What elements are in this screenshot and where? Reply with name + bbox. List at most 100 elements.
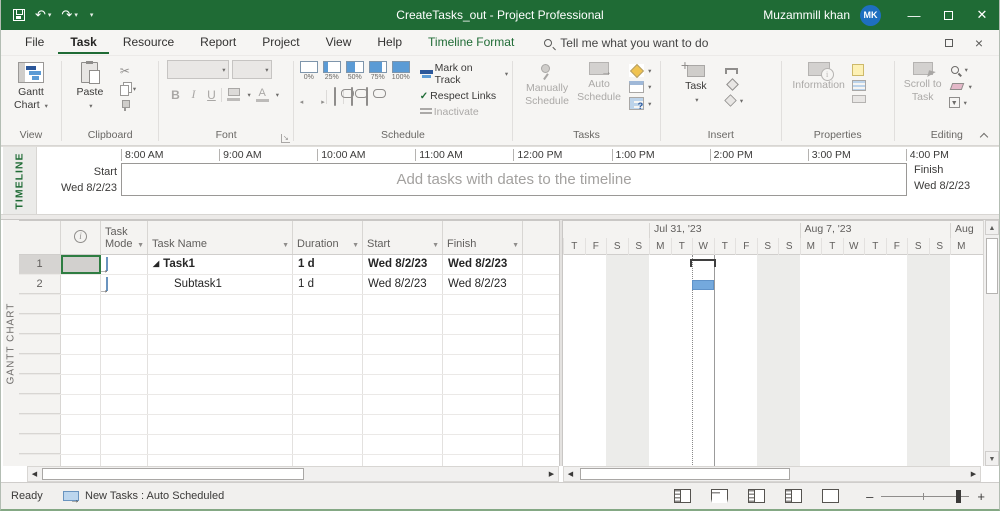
filter-dropdown-icon[interactable]: ▼	[352, 242, 359, 250]
scroll-to-task-button[interactable]: Scroll to Task	[901, 60, 945, 103]
team-planner-view-icon[interactable]	[748, 489, 765, 503]
fill-button[interactable]: ▼▾	[949, 97, 972, 108]
gantt-chart-button[interactable]: Gantt Chart ▾	[7, 60, 55, 111]
redo-button[interactable]: ↷▾	[61, 7, 77, 23]
close-ribbon-icon[interactable]: ×	[975, 36, 983, 50]
task-name-cell[interactable]: ◢Task1	[148, 255, 293, 274]
tab-timeline-format[interactable]: Timeline Format	[416, 31, 526, 54]
tab-task[interactable]: Task	[58, 31, 108, 54]
resource-sheet-view-icon[interactable]	[785, 489, 802, 503]
start-cell[interactable]: Wed 8/2/23	[363, 275, 443, 294]
percent-complete-75[interactable]: 75%	[369, 61, 387, 81]
tab-help[interactable]: Help	[365, 31, 414, 54]
copy-button[interactable]: ▾	[120, 82, 136, 96]
column-header-mode[interactable]: Task Mode▼	[101, 221, 148, 254]
new-tasks-mode-button[interactable]: New Tasks : Auto Scheduled	[63, 490, 224, 502]
finish-cell[interactable]: Wed 8/2/23	[443, 255, 523, 274]
row-number[interactable]	[19, 295, 61, 314]
mark-on-track-button[interactable]: Mark on Track▾	[420, 62, 508, 86]
row-number[interactable]: 2	[19, 275, 61, 294]
format-painter-button[interactable]	[120, 100, 136, 111]
row-number[interactable]	[19, 415, 61, 434]
manually-schedule-button[interactable]: Manually Schedule	[521, 60, 573, 107]
scroll-left-icon[interactable]: ◀	[28, 468, 41, 480]
vertical-scroll-thumb[interactable]	[986, 238, 998, 294]
collapse-ribbon-button[interactable]	[979, 131, 989, 141]
column-header-start[interactable]: Start▼	[363, 221, 443, 254]
column-header-info[interactable]: i	[61, 221, 101, 254]
info-cell[interactable]	[61, 255, 101, 274]
background-color-button[interactable]	[227, 88, 240, 101]
row-number[interactable]	[19, 395, 61, 414]
row-number[interactable]	[19, 315, 61, 334]
underline-button[interactable]: U	[203, 88, 219, 102]
link-tasks-button[interactable]	[351, 88, 353, 106]
task-mode-button[interactable]: ▾	[629, 97, 651, 110]
avatar[interactable]: MK	[860, 5, 881, 26]
user-name[interactable]: Muzammill khan	[763, 8, 850, 22]
scroll-up-icon[interactable]: ▲	[985, 220, 999, 235]
task-mode-cell[interactable]	[101, 275, 148, 294]
font-color-button[interactable]: A	[256, 87, 269, 102]
paste-button[interactable]: Paste▾	[66, 60, 114, 111]
row-number[interactable]: 1	[19, 255, 61, 274]
inactivate-button[interactable]: Inactivate	[420, 106, 508, 118]
scroll-down-icon[interactable]: ▼	[985, 451, 999, 466]
report-view-icon[interactable]	[822, 489, 839, 503]
filter-dropdown-icon[interactable]: ▼	[137, 242, 144, 250]
timeline-pane-label[interactable]: TIMELINE	[3, 147, 37, 215]
task-bar[interactable]	[692, 280, 714, 290]
row-number[interactable]	[19, 435, 61, 454]
duration-cell[interactable]: 1 d	[293, 255, 363, 274]
tab-view[interactable]: View	[314, 31, 364, 54]
task-notes-button[interactable]	[852, 64, 866, 76]
gantt-chart-pane-label[interactable]: GANTT CHART	[3, 220, 19, 466]
bold-button[interactable]: B	[167, 88, 183, 102]
insert-deliverable-button[interactable]: ▾	[725, 95, 743, 106]
insert-task-button[interactable]: Task▾	[675, 60, 717, 105]
column-header-finish[interactable]: Finish▼	[443, 221, 523, 254]
italic-button[interactable]: I	[185, 87, 201, 102]
split-task-button[interactable]	[334, 88, 336, 106]
insert-milestone-button[interactable]	[725, 78, 743, 91]
finish-cell[interactable]: Wed 8/2/23	[443, 275, 523, 294]
add-to-timeline-button[interactable]	[852, 95, 866, 103]
zoom-track[interactable]	[881, 496, 969, 497]
font-dialog-launcher[interactable]: ↘	[281, 134, 290, 143]
row-number[interactable]	[19, 455, 61, 466]
scroll-left-icon[interactable]: ◀	[564, 468, 577, 480]
cut-button[interactable]: ✂	[120, 64, 136, 78]
zoom-slider[interactable]: – +	[866, 489, 985, 504]
scroll-right-icon[interactable]: ▶	[967, 468, 980, 480]
row-number[interactable]	[19, 355, 61, 374]
unlink-tasks-button[interactable]	[366, 88, 368, 106]
find-button[interactable]: ▾	[949, 64, 972, 76]
vertical-scrollbar[interactable]: ▲ ▼	[983, 220, 999, 466]
tell-me-search[interactable]: Tell me what you want to do	[544, 36, 708, 50]
inspect-task-button[interactable]: ▾	[629, 64, 651, 77]
expand-collapse-icon[interactable]: ◢	[153, 259, 159, 268]
zoom-in-icon[interactable]: +	[977, 489, 985, 504]
tab-report[interactable]: Report	[188, 31, 248, 54]
info-cell[interactable]	[61, 275, 101, 294]
customize-qat-button[interactable]: ▾	[88, 11, 94, 19]
minimize-button[interactable]: —	[897, 0, 931, 30]
maximize-button[interactable]	[931, 0, 965, 30]
zoom-thumb[interactable]	[956, 490, 961, 503]
font-name-combo[interactable]: ▾	[167, 60, 229, 79]
percent-complete-100[interactable]: 100%	[392, 61, 410, 81]
task-name-cell[interactable]: Subtask1	[148, 275, 293, 294]
auto-schedule-button[interactable]: Auto Schedule	[573, 60, 625, 103]
restore-ribbon-icon[interactable]	[945, 39, 953, 47]
clear-button[interactable]: ▾	[949, 80, 972, 93]
row-number[interactable]	[19, 375, 61, 394]
gantt-horizontal-scrollbar[interactable]: ◀ ▶	[563, 466, 981, 482]
respect-links-button[interactable]: ✓ Respect Links	[420, 90, 508, 102]
gantt-scroll-thumb[interactable]	[580, 468, 790, 480]
information-button[interactable]: Information	[790, 60, 848, 92]
filter-dropdown-icon[interactable]: ▼	[282, 242, 289, 250]
select-all-corner[interactable]	[19, 221, 61, 254]
tab-resource[interactable]: Resource	[111, 31, 186, 54]
tab-file[interactable]: File	[13, 31, 56, 54]
percent-complete-50[interactable]: 50%	[346, 61, 364, 81]
